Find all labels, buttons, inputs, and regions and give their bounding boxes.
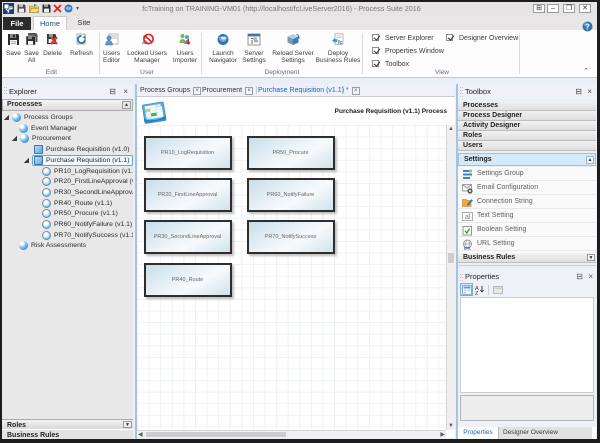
svg-text:?: ? [585, 22, 590, 31]
svg-text:a: a [465, 214, 469, 221]
svg-text:fc: fc [338, 40, 343, 46]
svg-text:URL: URL [464, 247, 472, 251]
